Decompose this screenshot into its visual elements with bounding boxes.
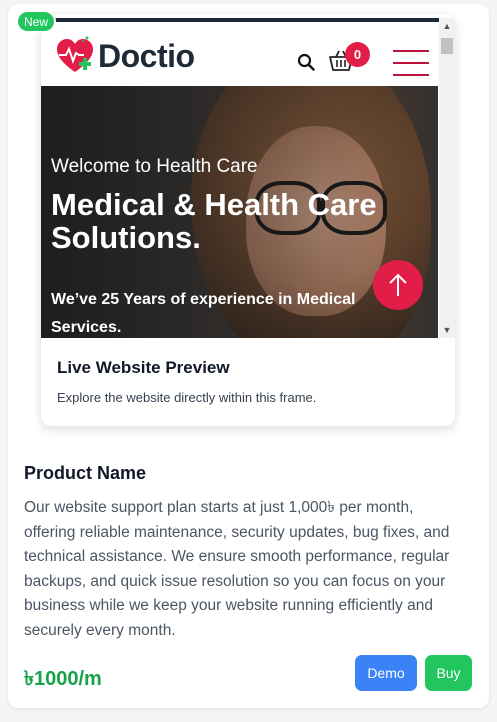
product-name: Product Name [24, 463, 147, 483]
cart-count-badge: 0 [345, 42, 370, 67]
demo-button[interactable]: Demo [355, 655, 417, 691]
site-logo-text[interactable]: Doctio [98, 38, 195, 75]
product-description: Our website support plan starts at just … [24, 499, 450, 639]
heart-logo-icon [57, 36, 93, 72]
menu-icon[interactable] [393, 50, 429, 76]
preview-scrollbar[interactable]: ▲ ▼ [439, 18, 455, 338]
preview-caption: Live Website Preview Explore the website… [57, 358, 316, 405]
new-badge: New [16, 10, 56, 33]
arrow-up-icon [389, 273, 407, 296]
preview-description: Explore the website directly within this… [57, 390, 317, 405]
live-preview-frame[interactable]: Doctio 0 Welcome to Health Care Medical … [41, 14, 455, 426]
buy-button[interactable]: Buy [425, 655, 472, 691]
site-header: Doctio 0 [41, 22, 438, 86]
hero-text: We’ve 25 Years of experience in Medical … [51, 291, 356, 336]
product-price: ৳1000/m [24, 668, 102, 690]
scroll-down-arrow-icon[interactable]: ▼ [439, 322, 455, 338]
hero-banner: Welcome to Health Care Medical & Health … [41, 86, 438, 338]
scroll-up-arrow-icon[interactable]: ▲ [439, 18, 455, 34]
hero-subtitle: Welcome to Health Care [51, 156, 258, 177]
hero-title: Medical & Health Care Solutions. [51, 187, 377, 255]
scroll-up-button[interactable] [373, 260, 423, 310]
scrollbar-thumb[interactable] [441, 38, 453, 54]
search-icon[interactable] [297, 53, 315, 71]
preview-title: Live Website Preview [57, 358, 230, 377]
